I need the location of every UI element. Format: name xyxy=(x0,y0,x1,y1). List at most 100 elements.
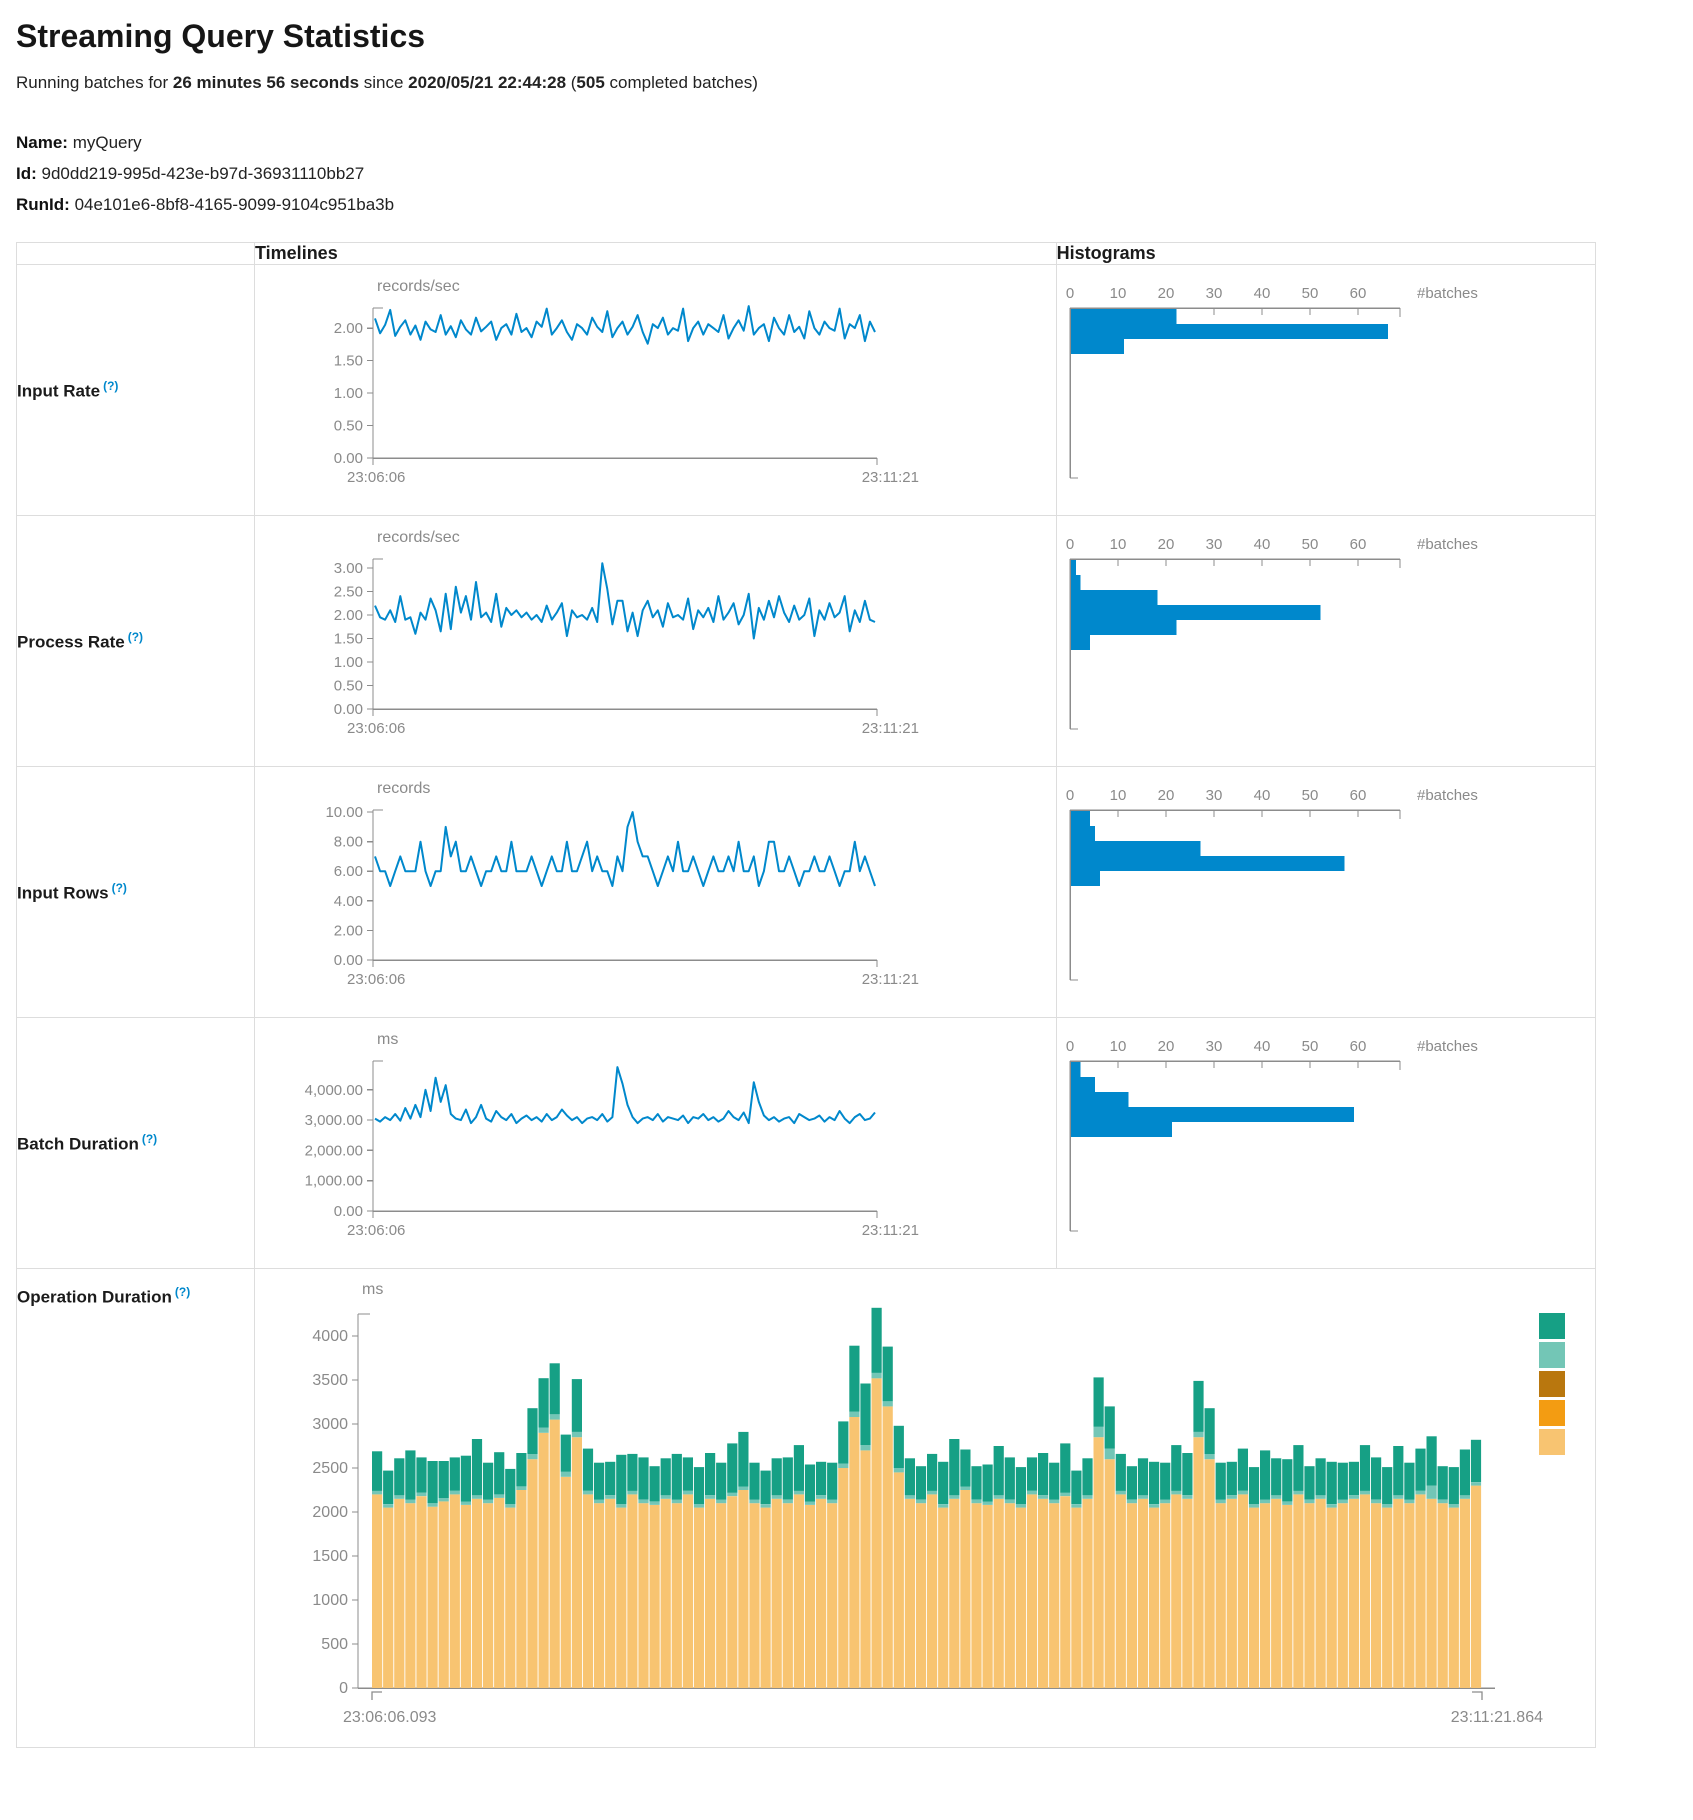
batch-duration-help-icon[interactable]: (?) xyxy=(142,1132,157,1146)
stacked-bar-segment xyxy=(428,1461,438,1503)
stacked-bar-segment xyxy=(1005,1457,1015,1499)
svg-text:60: 60 xyxy=(1349,1038,1366,1055)
stacked-bar-segment xyxy=(1005,1500,1015,1504)
stacked-bar-segment xyxy=(1471,1486,1481,1688)
stacked-bar-segment xyxy=(816,1499,826,1688)
stacked-bar-segment xyxy=(772,1495,782,1499)
table-header-row: Timelines Histograms xyxy=(17,243,1596,265)
svg-text:2.00: 2.00 xyxy=(334,320,363,337)
svg-text:3.00: 3.00 xyxy=(334,560,363,577)
svg-text:30: 30 xyxy=(1205,536,1222,553)
stacked-bar-segment xyxy=(539,1433,549,1688)
stacked-bar-segment xyxy=(605,1495,615,1499)
process-rate-help-icon[interactable]: (?) xyxy=(128,630,143,644)
stacked-bar-segment xyxy=(1205,1408,1215,1454)
stacked-bar-segment xyxy=(1038,1499,1048,1688)
stacked-bar-segment xyxy=(1160,1503,1170,1688)
svg-text:50: 50 xyxy=(1301,787,1318,804)
stacked-bar-segment xyxy=(416,1493,426,1497)
stacked-bar-segment xyxy=(583,1491,593,1495)
stacked-bar-segment xyxy=(416,1496,426,1688)
stacked-bar-segment xyxy=(1393,1499,1403,1688)
stacked-bar-segment xyxy=(1449,1508,1459,1688)
stacked-bar-segment xyxy=(594,1463,604,1500)
stacked-bar-segment xyxy=(727,1443,737,1492)
input-rate-help-icon[interactable]: (?) xyxy=(103,379,118,393)
stacked-bar-segment xyxy=(561,1472,571,1477)
svg-text:40: 40 xyxy=(1253,536,1270,553)
stacked-bar-segment xyxy=(1427,1486,1437,1499)
stacked-bar-segment xyxy=(1116,1494,1126,1688)
stacked-bar-segment xyxy=(971,1503,981,1688)
svg-text:1500: 1500 xyxy=(312,1548,348,1565)
stacked-bar-segment xyxy=(761,1504,771,1508)
stacked-bar-segment xyxy=(1316,1458,1326,1495)
batch-duration-row: Batch Duration(?) ms4,000.003,000.002,00… xyxy=(17,1018,1596,1269)
svg-text:2.00: 2.00 xyxy=(334,922,363,939)
stacked-bar-segment xyxy=(638,1500,648,1504)
stacked-bar-segment xyxy=(1005,1503,1015,1688)
stacked-bar-segment xyxy=(616,1455,626,1504)
histograms-header: Histograms xyxy=(1056,243,1595,265)
x-end-label: 23:11:21 xyxy=(862,469,919,486)
stacked-bar-segment xyxy=(1449,1467,1459,1504)
svg-text:0: 0 xyxy=(339,1680,348,1697)
stacked-bar-segment xyxy=(1160,1463,1170,1500)
stacked-bar-segment xyxy=(1260,1500,1270,1504)
stacked-bar-segment xyxy=(1238,1491,1248,1495)
histogram-bar xyxy=(1071,324,1388,339)
stacked-bar-segment xyxy=(805,1501,815,1505)
svg-text:0: 0 xyxy=(1065,1038,1073,1055)
stacked-bar-segment xyxy=(650,1466,660,1501)
svg-text:30: 30 xyxy=(1205,787,1222,804)
input-rows-label: Input Rows xyxy=(17,883,109,902)
stacked-bar-segment xyxy=(916,1466,926,1499)
stacked-bar-segment xyxy=(960,1490,970,1688)
stacked-bar-segment xyxy=(1349,1499,1359,1688)
stacked-bar-segment xyxy=(971,1466,981,1499)
stacked-bar-segment xyxy=(994,1495,1004,1499)
stacked-bar-segment xyxy=(405,1500,415,1504)
input-rate-label: Input Rate xyxy=(17,381,100,400)
stacked-bar-segment xyxy=(938,1462,948,1504)
timeline-line xyxy=(375,563,875,638)
x-start-label: 23:06:06.093 xyxy=(343,1709,437,1726)
svg-text:20: 20 xyxy=(1157,1038,1174,1055)
stacked-bar-segment xyxy=(1027,1494,1037,1688)
stacked-bar-segment xyxy=(1271,1458,1281,1495)
stacked-bar-segment xyxy=(783,1500,793,1504)
stacked-bar-segment xyxy=(949,1439,959,1495)
stacked-bar-segment xyxy=(960,1487,970,1491)
stacked-bar-segment xyxy=(1171,1494,1181,1688)
stacked-bar-segment xyxy=(816,1462,826,1495)
stacked-bar-segment xyxy=(927,1491,937,1495)
stacked-bar-segment xyxy=(1282,1459,1292,1501)
stacked-bar-segment xyxy=(1249,1467,1259,1504)
query-name-line: Name: myQuery xyxy=(16,127,1693,158)
svg-text:50: 50 xyxy=(1301,1038,1318,1055)
stacked-bar-segment xyxy=(627,1454,637,1491)
stacked-bar-segment xyxy=(716,1463,726,1500)
stacked-bar-segment xyxy=(883,1401,893,1406)
input-rate-row: Input Rate(?) records/sec2.001.501.000.5… xyxy=(17,265,1596,516)
histogram-bar xyxy=(1071,605,1321,620)
stacked-bar-segment xyxy=(1293,1491,1303,1495)
stacked-bar-segment xyxy=(1393,1495,1403,1499)
stacked-bar-segment xyxy=(1216,1503,1226,1688)
stacked-bar-segment xyxy=(439,1461,449,1498)
stacked-bar-segment xyxy=(1460,1495,1470,1499)
operation-duration-help-icon[interactable]: (?) xyxy=(175,1285,190,1299)
timeline-unit-label: records/sec xyxy=(377,278,460,295)
stacked-bar-segment xyxy=(1149,1504,1159,1508)
stacked-bar-segment xyxy=(661,1458,671,1495)
stacked-bar-segment xyxy=(761,1508,771,1688)
stacked-bar-segment xyxy=(1438,1500,1448,1504)
stacked-bar-segment xyxy=(983,1501,993,1505)
stacked-bar-segment xyxy=(1149,1462,1159,1504)
streaming-query-statistics-page: { "page": { "title": "Streaming Query St… xyxy=(0,0,1693,1768)
input-rows-help-icon[interactable]: (?) xyxy=(112,881,127,895)
stacked-bar-segment xyxy=(1071,1471,1081,1504)
x-end-label: 23:11:21 xyxy=(862,720,919,737)
stacked-bar-segment xyxy=(905,1499,915,1688)
x-start-label: 23:06:06 xyxy=(347,1222,405,1239)
